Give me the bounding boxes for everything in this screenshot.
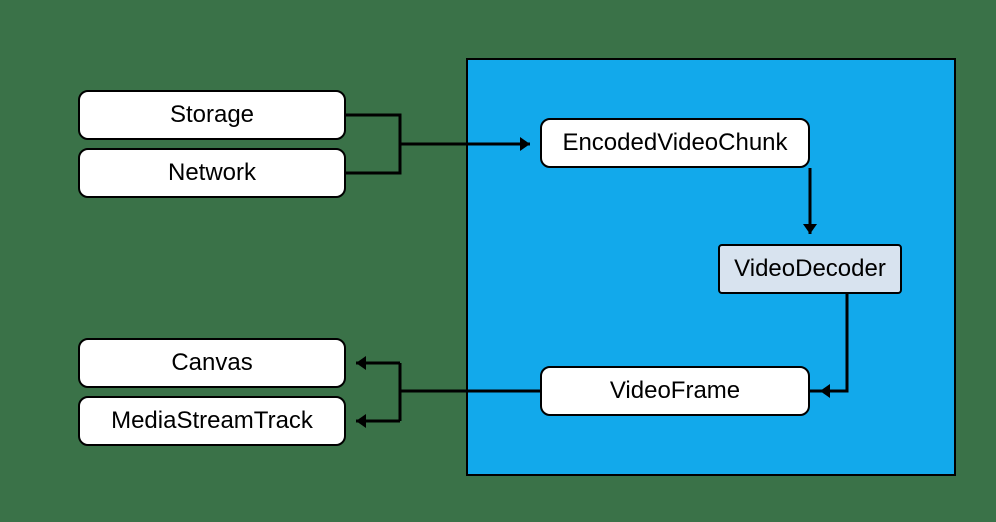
node-video-decoder: VideoDecoder: [718, 244, 902, 294]
node-media-stream-track: MediaStreamTrack: [78, 396, 346, 446]
node-label: VideoDecoder: [734, 255, 886, 283]
node-encoded-video-chunk: EncodedVideoChunk: [540, 118, 810, 168]
node-video-frame: VideoFrame: [540, 366, 810, 416]
node-label: EncodedVideoChunk: [562, 129, 787, 157]
node-network: Network: [78, 148, 346, 198]
node-label: MediaStreamTrack: [111, 407, 313, 435]
node-label: Canvas: [171, 349, 252, 377]
node-label: Network: [168, 159, 256, 187]
node-label: Storage: [170, 101, 254, 129]
node-canvas: Canvas: [78, 338, 346, 388]
node-storage: Storage: [78, 90, 346, 140]
node-label: VideoFrame: [610, 377, 740, 405]
